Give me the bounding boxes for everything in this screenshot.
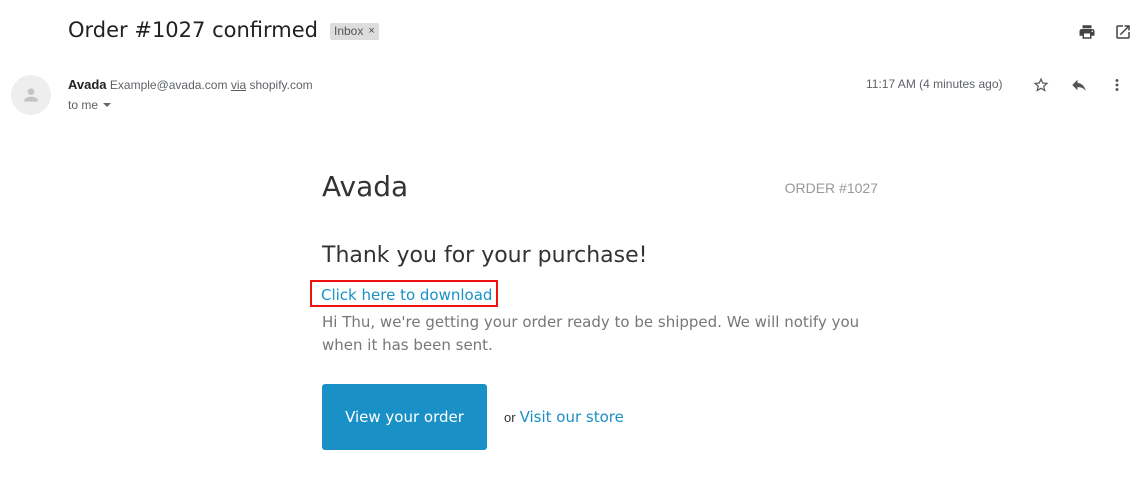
reply-icon[interactable] xyxy=(1069,75,1089,95)
remove-label-icon[interactable]: × xyxy=(368,25,374,37)
order-number: ORDER #1027 xyxy=(784,179,878,196)
order-actions: View your order or Visit our store xyxy=(322,384,624,450)
recipient-text: to me xyxy=(68,98,99,112)
label-text: Inbox xyxy=(333,24,364,38)
visit-store-link[interactable]: Visit our store xyxy=(520,408,624,426)
store-header: Avada ORDER #1027 xyxy=(322,170,878,203)
via-link[interactable]: via xyxy=(231,78,246,92)
message-time: 11:17 AM (4 minutes ago) xyxy=(866,77,1003,91)
store-name: Avada xyxy=(322,170,409,203)
chevron-down-icon[interactable] xyxy=(103,103,112,107)
more-vert-icon[interactable] xyxy=(1107,75,1127,95)
recipient-line[interactable]: to me xyxy=(68,98,112,112)
sender-line: Avada Example@avada.com via shopify.com xyxy=(68,77,313,92)
email-body: Avada ORDER #1027 Thank you for your pur… xyxy=(310,170,878,450)
order-description: Hi Thu, we're getting your order ready t… xyxy=(322,313,860,354)
inbox-label-chip[interactable]: Inbox × xyxy=(329,23,379,40)
sender-avatar[interactable] xyxy=(11,75,51,115)
or-text: or xyxy=(504,409,516,425)
star-icon[interactable] xyxy=(1031,75,1051,95)
print-icon[interactable] xyxy=(1077,22,1097,42)
view-order-button[interactable]: View your order xyxy=(322,384,487,450)
message-actions xyxy=(1031,75,1127,95)
sender-email: Example@avada.com xyxy=(109,78,228,92)
thank-you-heading: Thank you for your purchase! xyxy=(322,243,648,268)
email-subject: Order #1027 confirmed xyxy=(68,18,318,42)
thread-toolbar xyxy=(1077,22,1133,42)
avatar-icon xyxy=(24,88,38,102)
open-in-new-icon[interactable] xyxy=(1113,22,1133,42)
via-domain: shopify.com xyxy=(249,78,313,92)
download-link[interactable]: Click here to download xyxy=(321,286,492,304)
sender-name[interactable]: Avada xyxy=(68,77,107,92)
subject-row: Order #1027 confirmed Inbox × xyxy=(68,18,379,42)
